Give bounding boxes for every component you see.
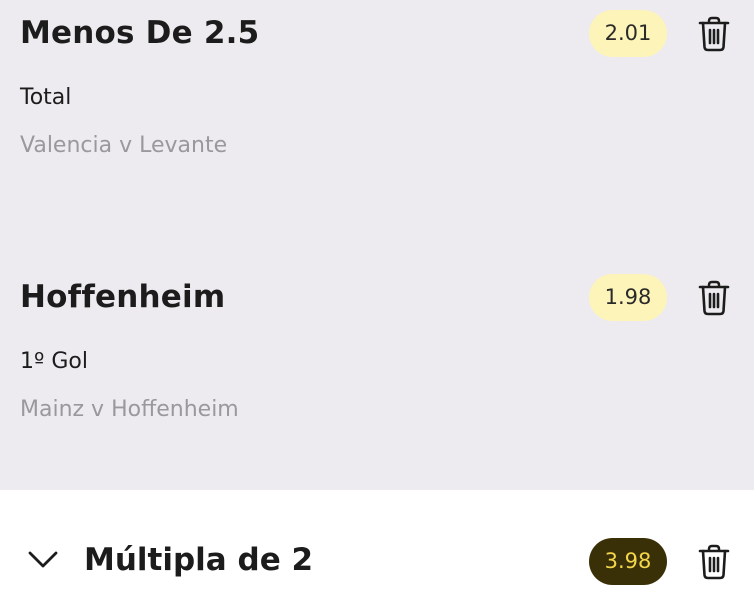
chevron-down-icon — [28, 551, 58, 568]
selection-title: Hoffenheim — [20, 279, 226, 315]
selection-title: Menos De 2.5 — [20, 15, 260, 51]
trash-icon — [698, 280, 730, 316]
selection-event: Valencia v Levante — [20, 133, 228, 158]
expand-multiple-button[interactable] — [26, 547, 60, 571]
odds-badge: 1.98 — [589, 274, 667, 321]
remove-selection-button[interactable] — [696, 278, 732, 318]
selection-item: Menos De 2.5 Total Valencia v Levante 2.… — [0, 0, 754, 200]
selection-item: Hoffenheim 1º Gol Mainz v Hoffenheim 1.9… — [0, 264, 754, 464]
multiple-bet-row[interactable]: Múltipla de 2 3.98 — [0, 490, 754, 612]
multiple-odds-badge: 3.98 — [589, 538, 667, 585]
selection-market: Total — [20, 85, 72, 110]
selection-market: 1º Gol — [20, 349, 88, 374]
trash-icon — [698, 544, 730, 580]
remove-selection-button[interactable] — [696, 14, 732, 54]
odds-badge: 2.01 — [589, 10, 667, 57]
remove-multiple-button[interactable] — [696, 542, 732, 582]
multiple-title: Múltipla de 2 — [84, 542, 314, 578]
selection-event: Mainz v Hoffenheim — [20, 397, 239, 422]
trash-icon — [698, 16, 730, 52]
selections-list: Menos De 2.5 Total Valencia v Levante 2.… — [0, 0, 754, 490]
